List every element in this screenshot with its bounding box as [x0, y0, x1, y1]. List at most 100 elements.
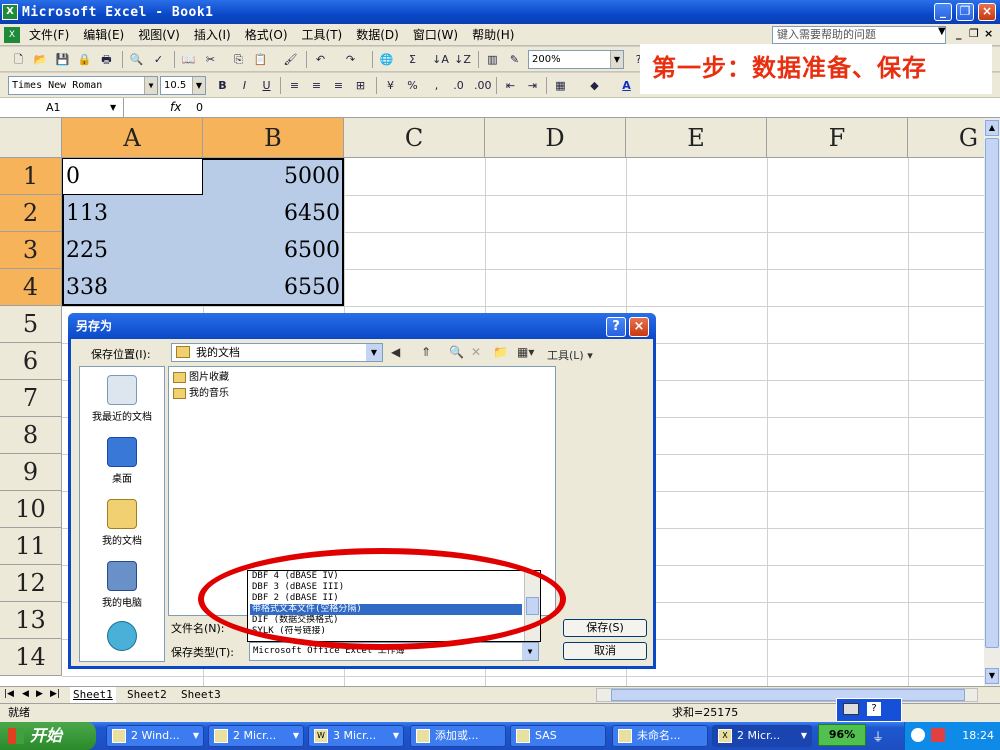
sort-desc-icon[interactable]: ↓Z: [454, 51, 471, 68]
place-desktop[interactable]: 桌面: [80, 437, 164, 485]
filetype-option[interactable]: DBF 4 (dBASE IV): [250, 571, 522, 582]
merge-center-icon[interactable]: ⊞: [352, 77, 369, 94]
dropdown-scroll-thumb[interactable]: [526, 597, 539, 615]
select-all-corner[interactable]: [0, 118, 62, 158]
column-header-b[interactable]: B: [203, 118, 344, 158]
row-header-2[interactable]: 2: [0, 195, 62, 232]
security-alert-icon[interactable]: [931, 728, 945, 742]
autosum-icon[interactable]: Σ: [404, 51, 421, 68]
cut-icon[interactable]: ✂: [202, 51, 219, 68]
name-box[interactable]: A1 ▼: [0, 98, 124, 117]
undo-icon[interactable]: ↶: [312, 51, 329, 68]
clock[interactable]: 18:24: [962, 729, 994, 742]
align-center-icon[interactable]: ≡: [308, 77, 325, 94]
chart-wizard-icon[interactable]: ▥: [484, 51, 501, 68]
scroll-down-icon[interactable]: ▼: [985, 668, 999, 684]
print-icon[interactable]: 🖶: [98, 51, 115, 68]
column-header-d[interactable]: D: [485, 118, 626, 158]
filetype-option[interactable]: DIF (数据交换格式): [250, 615, 522, 626]
save-button[interactable]: 保存(S): [563, 619, 647, 637]
insert-function-icon[interactable]: fx: [170, 98, 181, 117]
menu-insert[interactable]: 插入(I): [187, 25, 238, 45]
align-left-icon[interactable]: ≡: [286, 77, 303, 94]
delete-icon[interactable]: ✕: [471, 345, 481, 359]
save-icon[interactable]: 💾: [54, 51, 71, 68]
network-icon[interactable]: [911, 728, 925, 742]
restore-button[interactable]: ❐: [956, 3, 974, 21]
doc-minimize-button[interactable]: _: [956, 27, 962, 40]
cell-b2[interactable]: 6450: [203, 195, 344, 232]
chevron-down-icon[interactable]: ▼: [144, 77, 157, 94]
hscroll-thumb[interactable]: [611, 689, 965, 701]
align-right-icon[interactable]: ≡: [330, 77, 347, 94]
help-search-input[interactable]: 键入需要帮助的问题: [772, 26, 946, 44]
place-my-documents[interactable]: 我的文档: [80, 499, 164, 547]
row-header-14[interactable]: 14: [0, 639, 62, 676]
task-button[interactable]: 添加或...: [410, 725, 506, 747]
dialog-close-button[interactable]: ×: [629, 317, 649, 337]
row-header-9[interactable]: 9: [0, 454, 62, 491]
column-header-c[interactable]: C: [344, 118, 485, 158]
spelling-icon[interactable]: ✓: [150, 51, 167, 68]
percent-icon[interactable]: %: [404, 77, 421, 94]
sheet-tab-2[interactable]: Sheet2: [124, 687, 170, 703]
cell-b4[interactable]: 6550: [203, 269, 344, 306]
task-button[interactable]: 2 Wind... ▼: [106, 725, 204, 747]
cell-a4[interactable]: 338: [62, 269, 203, 306]
language-bar[interactable]: ?: [836, 698, 902, 722]
menu-file[interactable]: 文件(F): [22, 25, 76, 45]
cell-a2[interactable]: 113: [62, 195, 203, 232]
filetype-dropdown-list[interactable]: DBF 4 (dBASE IV) DBF 3 (dBASE III) DBF 2…: [247, 570, 541, 642]
copy-icon[interactable]: ⎘: [230, 51, 247, 68]
next-sheet-icon[interactable]: ▶: [36, 689, 43, 699]
zoom-select[interactable]: 200% ▼: [528, 50, 624, 69]
workbook-icon[interactable]: X: [4, 26, 20, 43]
filetype-option-selected[interactable]: 带格式文本文件(空格分隔): [250, 604, 522, 615]
row-header-8[interactable]: 8: [0, 417, 62, 454]
decrease-decimal-icon[interactable]: .00: [474, 77, 492, 94]
file-item[interactable]: 我的音乐: [173, 387, 229, 401]
doc-restore-button[interactable]: ❐: [969, 27, 979, 40]
horizontal-scrollbar[interactable]: [596, 688, 978, 702]
task-button[interactable]: 未命名...: [612, 725, 708, 747]
excel-icon[interactable]: X: [2, 4, 18, 20]
row-header-10[interactable]: 10: [0, 491, 62, 528]
borders-icon[interactable]: ▦: [552, 77, 569, 94]
font-color-icon[interactable]: A: [618, 77, 635, 94]
comma-icon[interactable]: ,: [428, 77, 445, 94]
chevron-down-icon[interactable]: ▼: [192, 77, 205, 94]
column-header-a[interactable]: A: [62, 118, 203, 158]
menu-tools[interactable]: 工具(T): [295, 25, 350, 45]
task-button[interactable]: 2 Micr... ▼: [208, 725, 304, 747]
row-header-11[interactable]: 11: [0, 528, 62, 565]
drawing-icon[interactable]: ✎: [506, 51, 523, 68]
column-header-e[interactable]: E: [626, 118, 767, 158]
row-header-13[interactable]: 13: [0, 602, 62, 639]
scroll-thumb[interactable]: [985, 138, 999, 648]
chevron-down-icon[interactable]: ▼: [610, 51, 623, 68]
format-painter-icon[interactable]: 🖌: [282, 51, 299, 68]
font-size-select[interactable]: 10.5 ▼: [160, 76, 206, 95]
filetype-option[interactable]: SYLK (符号链接): [250, 626, 522, 637]
chevron-down-icon[interactable]: ▼: [366, 344, 382, 361]
task-button[interactable]: W3 Micr... ▼: [308, 725, 404, 747]
first-sheet-icon[interactable]: |◀: [4, 689, 14, 699]
research-icon[interactable]: 📖: [180, 51, 197, 68]
place-my-computer[interactable]: 我的电脑: [80, 561, 164, 609]
cell-a3[interactable]: 225: [62, 232, 203, 269]
column-header-g[interactable]: G: [908, 118, 984, 158]
row-header-6[interactable]: 6: [0, 343, 62, 380]
open-icon[interactable]: 📂: [32, 51, 49, 68]
menu-window[interactable]: 窗口(W): [406, 25, 465, 45]
cancel-button[interactable]: 取消: [563, 642, 647, 660]
look-in-select[interactable]: 我的文档 ▼: [171, 343, 383, 362]
bold-icon[interactable]: B: [214, 77, 231, 94]
chevron-down-icon[interactable]: ▼: [938, 26, 946, 37]
row-header-4[interactable]: 4: [0, 269, 62, 306]
chevron-down-icon[interactable]: ▼: [522, 643, 538, 660]
menu-edit[interactable]: 编辑(E): [76, 25, 131, 45]
menu-data[interactable]: 数据(D): [349, 25, 406, 45]
dialog-title-bar[interactable]: 另存为 ? ×: [68, 313, 656, 339]
file-item[interactable]: 图片收藏: [173, 371, 229, 385]
task-button-active[interactable]: X2 Micr... ▼: [712, 725, 812, 747]
